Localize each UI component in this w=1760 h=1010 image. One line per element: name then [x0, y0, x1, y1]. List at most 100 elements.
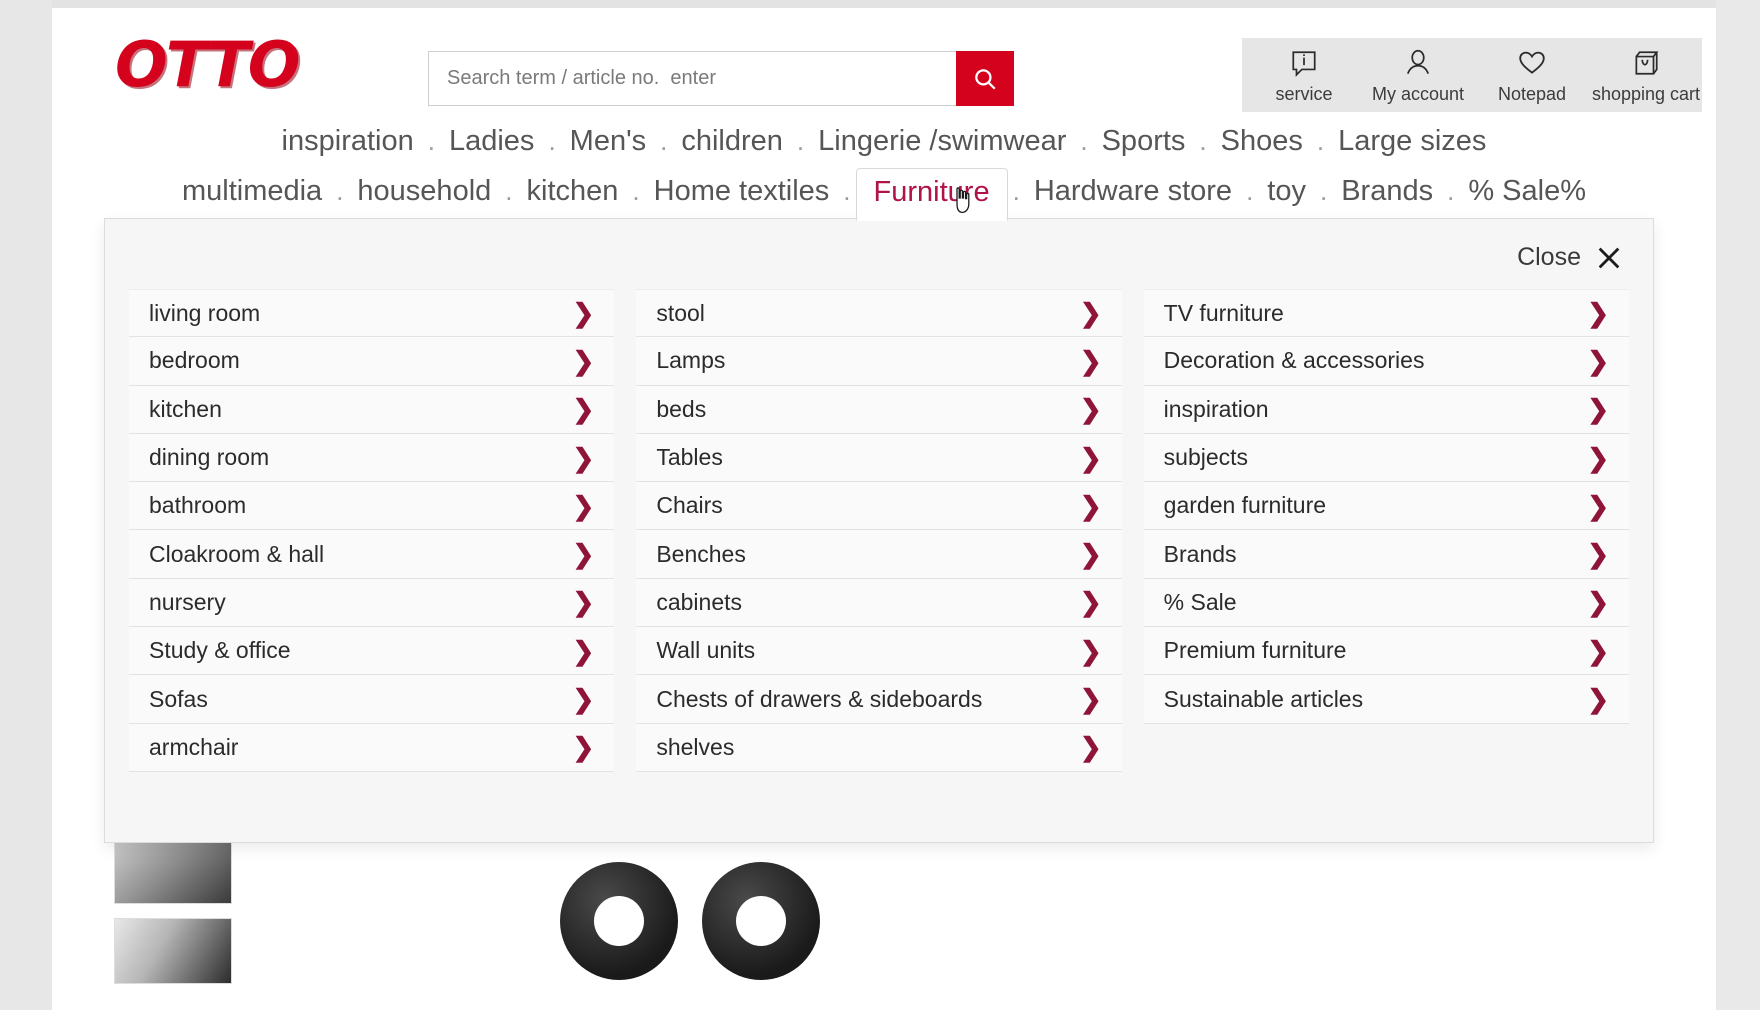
nav-item-children[interactable]: children	[672, 125, 792, 158]
menu-item[interactable]: shelves ❯	[636, 724, 1121, 772]
chevron-right-icon: ❯	[573, 348, 595, 374]
menu-item[interactable]: bedroom❯	[129, 337, 614, 385]
menu-item-label: beds	[656, 396, 706, 423]
menu-item-label: dining room	[149, 444, 269, 471]
menu-item-label: inspiration	[1164, 396, 1269, 423]
menu-item[interactable]: inspiration❯	[1144, 386, 1629, 434]
product-thumbnail-list	[114, 838, 232, 998]
header-item-label: My account	[1372, 84, 1464, 105]
chevron-right-icon: ❯	[1587, 638, 1609, 664]
menu-item-label: Sofas	[149, 686, 208, 713]
menu-item[interactable]: Lamps❯	[636, 337, 1121, 385]
chevron-right-icon: ❯	[1080, 396, 1102, 422]
menu-item[interactable]: Sofas❯	[129, 675, 614, 723]
nav-row-1: inspiration . Ladies . Men's . children …	[52, 116, 1716, 166]
menu-item[interactable]: dining room ❯	[129, 434, 614, 482]
heart-icon	[1517, 44, 1547, 78]
menu-item[interactable]: % Sale❯	[1144, 579, 1629, 627]
headphone-earcup-left	[560, 862, 678, 980]
search-input[interactable]	[428, 51, 956, 106]
chevron-right-icon: ❯	[573, 589, 595, 615]
otto-logo[interactable]: OTTO	[115, 34, 298, 96]
close-button[interactable]: Close	[1517, 243, 1623, 272]
menu-item[interactable]: living room ❯	[129, 289, 614, 337]
nav-separator: .	[627, 176, 644, 207]
header-item-label: service	[1275, 84, 1332, 105]
menu-item[interactable]: Sustainable articles❯	[1144, 675, 1629, 723]
menu-item-label: Cloakroom & hall	[149, 541, 324, 568]
menu-item[interactable]: Premium furniture❯	[1144, 627, 1629, 675]
chevron-right-icon: ❯	[573, 445, 595, 471]
menu-item[interactable]: kitchen❯	[129, 386, 614, 434]
header-item-my-account[interactable]: My account	[1361, 44, 1475, 105]
nav-item-shoes[interactable]: Shoes	[1212, 125, 1312, 158]
chevron-right-icon: ❯	[1080, 734, 1102, 760]
menu-item-label: % Sale	[1164, 589, 1237, 616]
nav-separator: .	[1075, 126, 1092, 157]
shopping-bag-icon	[1631, 44, 1661, 78]
chevron-right-icon: ❯	[573, 300, 595, 326]
menu-item[interactable]: Decoration & accessories❯	[1144, 337, 1629, 385]
menu-item[interactable]: cabinets❯	[636, 579, 1121, 627]
nav-separator: .	[655, 126, 672, 157]
mega-menu-column-2: stool❯ Lamps❯ beds❯ Tables❯ Chairs❯ Benc…	[636, 289, 1121, 772]
menu-item-label: shelves	[656, 734, 734, 761]
menu-item[interactable]: Chairs❯	[636, 482, 1121, 530]
menu-item[interactable]: bathroom❯	[129, 482, 614, 530]
menu-item[interactable]: Cloakroom & hall❯	[129, 530, 614, 578]
chevron-right-icon: ❯	[1080, 493, 1102, 519]
nav-item-sports[interactable]: Sports	[1093, 125, 1195, 158]
header-item-service[interactable]: service	[1247, 44, 1361, 105]
nav-item-mens[interactable]: Men's	[561, 125, 655, 158]
menu-item[interactable]: Chests of drawers & sideboards❯	[636, 675, 1121, 723]
nav-separator: .	[1241, 176, 1258, 207]
menu-item-label: armchair	[149, 734, 238, 761]
chevron-right-icon: ❯	[1587, 493, 1609, 519]
nav-separator: .	[500, 176, 517, 207]
page-right-gutter	[1716, 0, 1760, 1010]
nav-item-ladies[interactable]: Ladies	[440, 125, 543, 158]
nav-item-furniture[interactable]: Furniture	[856, 168, 1008, 221]
menu-item[interactable]: beds ❯	[636, 386, 1121, 434]
nav-item-large-sizes[interactable]: Large sizes	[1329, 125, 1495, 158]
menu-item-label: TV furniture	[1164, 300, 1284, 327]
menu-item-label: Study & office	[149, 637, 291, 664]
nav-item-kitchen[interactable]: kitchen	[518, 175, 628, 208]
search-button[interactable]	[956, 51, 1014, 106]
menu-item[interactable]: Wall units❯	[636, 627, 1121, 675]
menu-item-label: Lamps	[656, 347, 725, 374]
nav-row-2: multimedia . household . kitchen . Home …	[52, 166, 1716, 216]
menu-item[interactable]: TV furniture❯	[1144, 289, 1629, 337]
nav-item-household[interactable]: household	[348, 175, 500, 208]
menu-item[interactable]: Benches❯	[636, 530, 1121, 578]
product-thumbnail[interactable]	[114, 838, 232, 904]
nav-item-multimedia[interactable]: multimedia	[173, 175, 331, 208]
menu-item-label: living room	[149, 300, 260, 327]
nav-item-inspiration[interactable]: inspiration	[273, 125, 423, 158]
menu-item[interactable]: Study & office❯	[129, 627, 614, 675]
menu-item[interactable]: nursery❯	[129, 579, 614, 627]
menu-item-label: subjects	[1164, 444, 1248, 471]
menu-item[interactable]: subjects❯	[1144, 434, 1629, 482]
nav-item-toy[interactable]: toy	[1258, 175, 1315, 208]
furniture-mega-menu: Close living room ❯ bedroom❯ kitchen❯ din…	[104, 218, 1654, 843]
nav-item-sale[interactable]: % Sale%	[1459, 175, 1595, 208]
nav-item-brands[interactable]: Brands	[1332, 175, 1442, 208]
header-item-notepad[interactable]: Notepad	[1475, 44, 1589, 105]
menu-item[interactable]: armchair❯	[129, 724, 614, 772]
nav-separator: .	[792, 126, 809, 157]
nav-item-lingerie-swimwear[interactable]: Lingerie /swimwear	[809, 125, 1075, 158]
menu-item[interactable]: stool❯	[636, 289, 1121, 337]
chevron-right-icon: ❯	[573, 493, 595, 519]
header-item-shopping-cart[interactable]: shopping cart	[1589, 44, 1703, 105]
product-thumbnail[interactable]	[114, 918, 232, 984]
menu-item-label: garden furniture	[1164, 492, 1326, 519]
menu-item[interactable]: Tables❯	[636, 434, 1121, 482]
menu-item[interactable]: Brands❯	[1144, 530, 1629, 578]
menu-item[interactable]: garden furniture ❯	[1144, 482, 1629, 530]
headphone-earcup-right	[702, 862, 820, 980]
nav-item-hardware-store[interactable]: Hardware store	[1025, 175, 1241, 208]
nav-item-home-textiles[interactable]: Home textiles	[645, 175, 839, 208]
menu-item-label: Brands	[1164, 541, 1237, 568]
header-icon-group: service My account Notepad	[1247, 44, 1703, 105]
